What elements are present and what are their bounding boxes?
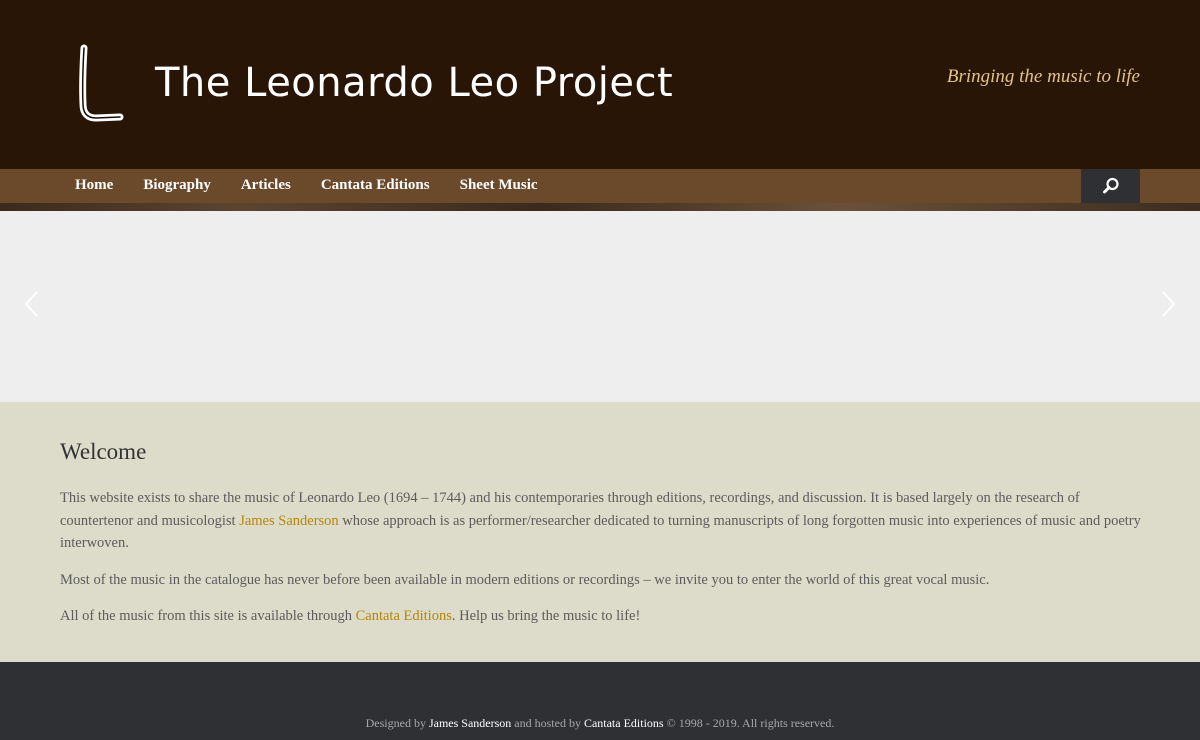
welcome-text: This website exists to share the music o… <box>60 487 1145 642</box>
nav-item-cantata-editions[interactable]: Cantata Editions <box>306 169 445 203</box>
nav-item-home[interactable]: Home <box>60 169 128 203</box>
nav-item-biography[interactable]: Biography <box>128 169 226 203</box>
site-tagline: Bringing the music to life <box>946 66 1140 87</box>
decorative-stripe <box>0 203 1200 211</box>
footer-rights: © 1998 - 2019. All rights reserved. <box>663 716 835 730</box>
site-footer: Designed by James Sanderson and hosted b… <box>0 662 1200 740</box>
cantata-editions-link[interactable]: Cantata Editions <box>356 608 452 624</box>
nav-item-sheet-music[interactable]: Sheet Music <box>445 169 553 203</box>
page-title: Welcome <box>60 439 147 464</box>
nav-menu: Home Biography Articles Cantata Editions… <box>60 169 553 203</box>
chevron-right-icon[interactable] <box>1158 289 1178 319</box>
nav-item-articles[interactable]: Articles <box>226 169 306 203</box>
catalogue-paragraph: Most of the music in the catalogue has n… <box>60 571 990 588</box>
footer-host-link[interactable]: Cantata Editions <box>584 716 664 730</box>
site-header: The Leonardo Leo Project Bringing the mu… <box>0 0 1200 169</box>
availability-text-b: . Help us bring the music to life! <box>451 608 641 624</box>
search-icon <box>1102 177 1119 194</box>
welcome-section: Welcome This website exists to share the… <box>0 402 1200 662</box>
main-navigation: Home Biography Articles Cantata Editions… <box>0 169 1200 203</box>
logo-icon[interactable] <box>74 42 130 126</box>
footer-designer-link[interactable]: James Sanderson <box>429 716 511 730</box>
footer-credits: Designed by James Sanderson and hosted b… <box>0 716 1200 731</box>
chevron-left-icon[interactable] <box>22 289 42 319</box>
site-title[interactable]: The Leonardo Leo Project <box>155 55 673 111</box>
footer-designed-by: Designed by <box>365 716 429 730</box>
footer-hosted-by: and hosted by <box>511 716 584 730</box>
availability-paragraph: All of the music from this site is avail… <box>60 605 1145 628</box>
image-slider <box>0 211 1200 402</box>
search-button[interactable] <box>1081 169 1140 203</box>
intro-paragraph: This website exists to share the music o… <box>60 487 1145 555</box>
availability-text-a: All of the music from this site is avail… <box>60 608 356 624</box>
james-sanderson-link[interactable]: James Sanderson <box>239 513 338 529</box>
